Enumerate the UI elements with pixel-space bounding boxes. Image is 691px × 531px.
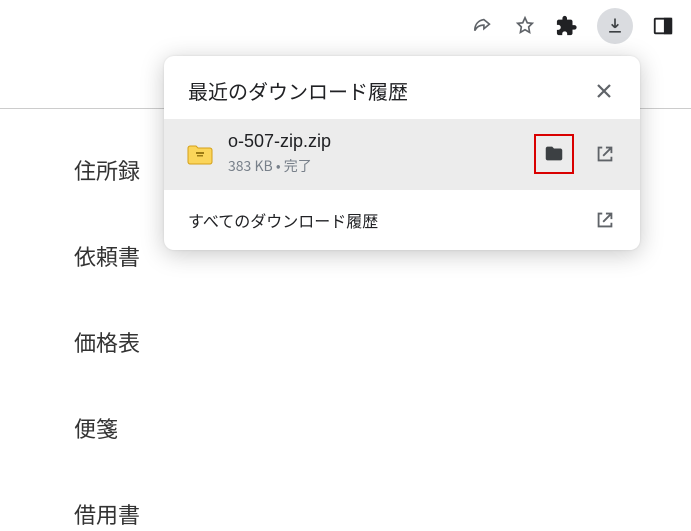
sidebar-item-request[interactable]: 依頼書 [74,240,140,272]
popup-footer[interactable]: すべてのダウンロード履歴 [164,190,640,250]
share-icon[interactable] [471,14,495,38]
bookmark-star-icon[interactable] [513,14,537,38]
folder-icon[interactable] [543,143,565,165]
sidebar-item-iou[interactable]: 借用書 [74,498,140,530]
file-info: o-507-zip.zip 383 KB • 完了 [228,131,520,176]
file-meta-label: 383 KB • 完了 [228,156,520,176]
zip-file-icon [186,142,214,166]
sidebar-nav: 住所録 依頼書 価格表 便箋 借用書 [74,154,140,530]
sidebar-item-letterpaper[interactable]: 便箋 [74,412,140,444]
browser-toolbar [0,0,691,52]
open-in-new-icon[interactable] [594,143,616,165]
popup-title: 最近のダウンロード履歴 [188,76,408,105]
open-in-new-icon[interactable] [594,209,616,231]
sidebar-item-pricelist[interactable]: 価格表 [74,326,140,358]
close-icon[interactable] [592,79,616,103]
all-downloads-link[interactable]: すべてのダウンロード履歴 [188,208,378,232]
extensions-icon[interactable] [555,14,579,38]
show-in-folder-highlight [534,134,574,174]
downloads-popup: 最近のダウンロード履歴 o-507-zip.zip 383 KB • 完了 すべ… [164,56,640,250]
downloads-toolbar-button[interactable] [597,8,633,44]
side-panel-icon[interactable] [651,14,675,38]
download-item[interactable]: o-507-zip.zip 383 KB • 完了 [164,119,640,190]
popup-header: 最近のダウンロード履歴 [164,56,640,119]
sidebar-item-addressbook[interactable]: 住所録 [74,154,140,186]
file-name-label: o-507-zip.zip [228,131,520,152]
